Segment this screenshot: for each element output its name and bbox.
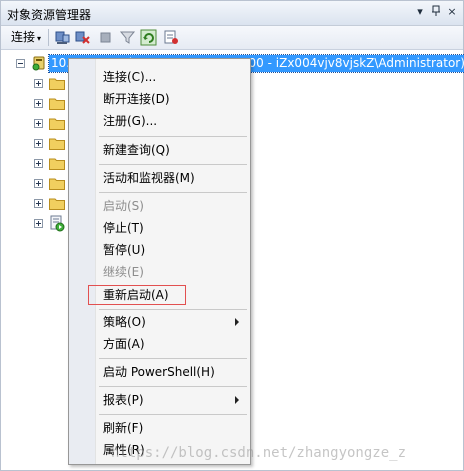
menu-item-start-powershell[interactable]: 启动 PowerShell(H) (103, 362, 215, 382)
menu-item-policies-label: 策略(O) (103, 315, 146, 329)
disconnect-icon[interactable] (74, 29, 91, 46)
menu-icon-gutter (69, 59, 96, 464)
menu-separator (99, 414, 247, 415)
explorer-toolbar: 连接 ▾ (1, 26, 463, 50)
expand-toggle-icon[interactable] (34, 219, 43, 228)
folder-icon[interactable] (49, 157, 65, 170)
menu-item-connect[interactable]: 连接(C)... (103, 67, 156, 87)
expand-toggle-icon[interactable] (34, 79, 43, 88)
menu-item-resume: 继续(E) (103, 265, 144, 279)
close-icon[interactable]: × (445, 5, 459, 19)
menu-separator (99, 386, 247, 387)
menu-item-reports[interactable]: 报表(P) (103, 390, 245, 410)
stop-icon[interactable] (97, 29, 114, 46)
toolbar-separator (48, 29, 49, 46)
menu-separator (99, 358, 247, 359)
expand-toggle-icon[interactable] (34, 119, 43, 128)
filter-icon[interactable] (119, 29, 136, 46)
window-position-dropdown-icon[interactable]: ▾ (413, 5, 427, 19)
chevron-down-icon: ▾ (37, 34, 42, 43)
menu-item-refresh[interactable]: 刷新(F) (103, 418, 143, 438)
folder-icon[interactable] (49, 117, 65, 130)
menu-item-reports-label: 报表(P) (103, 393, 144, 407)
refresh-icon[interactable] (140, 29, 157, 46)
folder-icon[interactable] (49, 197, 65, 210)
connect-object-icon[interactable] (54, 29, 71, 46)
menu-separator (99, 309, 247, 310)
panel-title: 对象资源管理器 (7, 8, 92, 22)
menu-item-new-query[interactable]: 新建查询(Q) (103, 140, 170, 160)
menu-item-activity-monitor[interactable]: 活动和监视器(M) (103, 168, 195, 188)
sql-agent-icon[interactable] (49, 215, 65, 232)
server-icon (32, 56, 45, 71)
new-query-icon[interactable] (163, 29, 180, 46)
object-explorer-panel: 对象资源管理器 ▾ × 连接 ▾ 10.25.79.73 (SQL Server… (0, 0, 464, 471)
connect-label: 连接 (11, 30, 36, 44)
folder-icon[interactable] (49, 137, 65, 150)
collapse-toggle-icon[interactable] (16, 59, 25, 68)
panel-titlebar: 对象资源管理器 ▾ × (1, 1, 463, 26)
expand-toggle-icon[interactable] (34, 99, 43, 108)
submenu-arrow-icon (235, 396, 239, 404)
expand-toggle-icon[interactable] (34, 179, 43, 188)
menu-item-pause[interactable]: 暂停(U) (103, 240, 145, 260)
pin-icon[interactable] (429, 5, 443, 19)
menu-separator (99, 136, 247, 137)
menu-separator (99, 192, 247, 193)
menu-item-start: 启动(S) (103, 199, 144, 213)
restart-highlight-box (88, 285, 186, 305)
watermark-text: https://blog.csdn.net/zhangyongze_z (111, 445, 407, 461)
expand-toggle-icon[interactable] (34, 199, 43, 208)
expand-toggle-icon[interactable] (34, 159, 43, 168)
folder-icon[interactable] (49, 77, 65, 90)
menu-item-register[interactable]: 注册(G)... (103, 111, 157, 131)
folder-icon[interactable] (49, 177, 65, 190)
expand-toggle-icon[interactable] (34, 139, 43, 148)
server-context-menu: 连接(C)... 断开连接(D) 注册(G)... 新建查询(Q) 活动和监视器… (68, 58, 251, 465)
folder-icon[interactable] (49, 97, 65, 110)
menu-item-facets[interactable]: 方面(A) (103, 334, 145, 354)
menu-separator (99, 164, 247, 165)
connect-dropdown-button[interactable]: 连接 ▾ (8, 29, 44, 46)
submenu-arrow-icon (235, 318, 239, 326)
menu-item-disconnect[interactable]: 断开连接(D) (103, 89, 170, 109)
menu-item-policies[interactable]: 策略(O) (103, 312, 245, 332)
menu-item-stop[interactable]: 停止(T) (103, 218, 144, 238)
